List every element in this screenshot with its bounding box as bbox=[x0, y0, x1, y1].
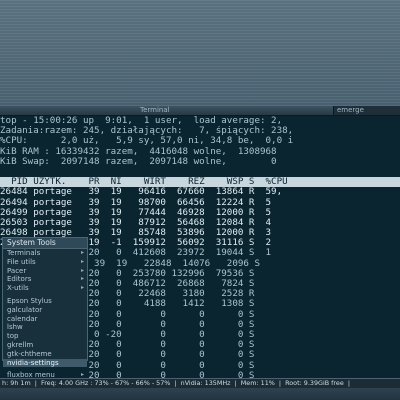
menu-item-galculator[interactable]: galculator bbox=[3, 306, 87, 315]
process-row: 26494 portage 39 19 98700 66456 12224 R … bbox=[0, 197, 272, 208]
menu-item-label: gkrellm bbox=[7, 340, 34, 349]
submenu-arrow-icon: ▸ bbox=[80, 266, 84, 274]
menu-item-lshw[interactable]: lshw bbox=[3, 323, 87, 332]
top-summary-ram: KiB RAM : 16339432 razem, 4416048 wolne,… bbox=[0, 146, 277, 157]
submenu-arrow-icon: ▸ bbox=[80, 249, 84, 256]
menu-item-label: Editors bbox=[7, 275, 32, 284]
top-summary-cpu: %CPU: 2,0 uż, 5,9 sy, 57,0 ni, 34,8 be, … bbox=[0, 136, 294, 147]
process-row: 26503 portage 39 19 87912 56468 12084 R … bbox=[0, 217, 272, 228]
menu-item-nvidia-settings[interactable]: nvidia-settings bbox=[3, 358, 87, 368]
menu-app-list: Epson Stylus galculator calendar lshw top gkr… bbox=[3, 297, 87, 368]
submenu-arrow-icon: ▸ bbox=[80, 275, 84, 283]
menu-item-top[interactable]: top bbox=[3, 332, 87, 341]
menu-item-file-utils[interactable]: File utils ▸ bbox=[3, 258, 87, 267]
top-summary-swap: KiB Swap: 2097148 razem, 2097148 wolne, … bbox=[0, 156, 277, 167]
menu-item-label: Epson Stylus bbox=[7, 296, 52, 305]
menu-item-pacer[interactable]: Pacer ▸ bbox=[3, 267, 87, 276]
menu-item-label: Terminals bbox=[7, 249, 41, 257]
process-row: 26499 portage 39 19 77444 46928 12000 R … bbox=[0, 207, 272, 218]
menu-item-label: gtk-chtheme bbox=[7, 349, 52, 358]
terminal-title: Terminal bbox=[140, 106, 170, 114]
menu-item-epson-stylus[interactable]: Epson Stylus bbox=[3, 297, 87, 306]
menu-item-gkrellm[interactable]: gkrellm bbox=[3, 341, 87, 350]
menu-item-label: top bbox=[7, 332, 19, 341]
root-menu[interactable]: System Tools Terminals ▸ File utils ▸ Pacer ▸… bbox=[2, 237, 88, 379]
menu-item-label: galculator bbox=[7, 305, 43, 314]
menu-item-terminals[interactable]: Terminals ▸ bbox=[3, 249, 87, 258]
menu-item-label: lshw bbox=[7, 323, 23, 332]
desktop-bottom-strip bbox=[0, 388, 400, 400]
menu-item-x-utils[interactable]: X-utils ▸ bbox=[3, 284, 87, 293]
menu-item-editors[interactable]: Editors ▸ bbox=[3, 275, 87, 284]
process-table-header: PID UŻYTK. PR NI WIRT REZ WSP S %CPU bbox=[0, 177, 400, 188]
top-summary-uptime: top - 15:00:26 up 9:01, 1 user, load ave… bbox=[0, 116, 283, 126]
status-bar: h: 9h 1m | Freq: 4.00 GHz : 73% - 67% - … bbox=[0, 378, 400, 388]
menu-item-calendar[interactable]: calendar bbox=[3, 315, 87, 324]
top-summary-tasks: Zadania:razem: 245, działających: 7, śpi… bbox=[0, 126, 294, 137]
menu-item-label: File utils bbox=[7, 257, 36, 266]
submenu-arrow-icon: ▸ bbox=[80, 284, 84, 292]
submenu-arrow-icon: ▸ bbox=[80, 257, 84, 265]
menu-item-label: Pacer bbox=[7, 266, 27, 275]
terminal-titlebar[interactable]: Terminal emerge bbox=[0, 106, 400, 116]
second-window-tab[interactable]: emerge bbox=[333, 106, 400, 115]
menu-item-gtk-chtheme[interactable]: gtk-chtheme bbox=[3, 350, 87, 359]
menu-submenu-list: Terminals ▸ File utils ▸ Pacer ▸ Editors ▸ X-uti… bbox=[3, 249, 87, 293]
menu-title: System Tools bbox=[3, 238, 87, 249]
menu-item-label: X-utils bbox=[7, 284, 29, 293]
process-row: 26484 portage 39 19 96416 67660 13864 R … bbox=[0, 187, 283, 198]
menu-item-label: nvidia-settings bbox=[7, 358, 59, 367]
menu-item-label: calendar bbox=[7, 314, 38, 323]
